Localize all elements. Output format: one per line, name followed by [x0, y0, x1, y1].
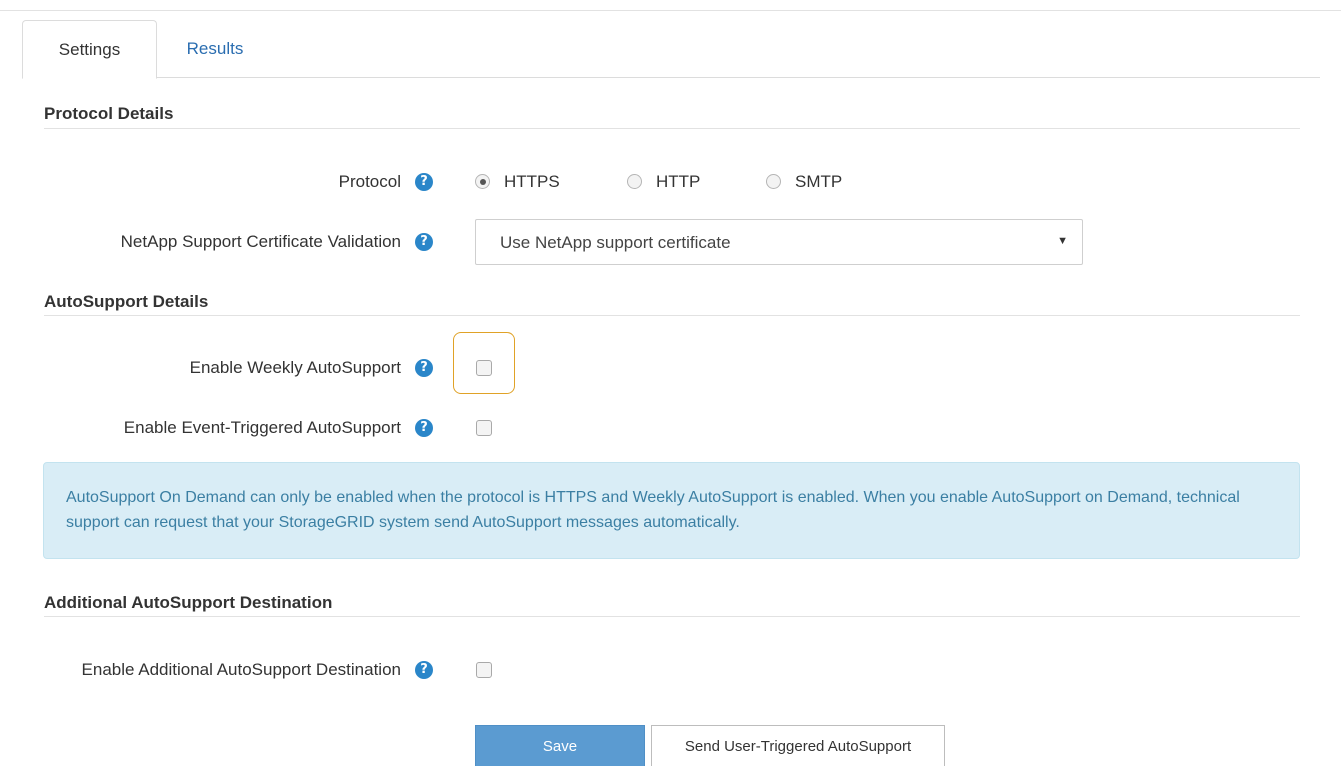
- radio-smtp-indicator[interactable]: [766, 174, 781, 189]
- info-alert: AutoSupport On Demand can only be enable…: [43, 462, 1300, 559]
- autosupport-page: Settings Results Protocol Details Protoc…: [0, 0, 1341, 766]
- help-icon[interactable]: ?: [415, 359, 433, 377]
- send-user-triggered-autosupport-button[interactable]: Send User-Triggered AutoSupport: [651, 725, 945, 766]
- event-triggered-autosupport-checkbox[interactable]: [476, 420, 492, 436]
- additional-destination-label: Enable Additional AutoSupport Destinatio…: [81, 660, 401, 679]
- weekly-autosupport-label: Enable Weekly AutoSupport: [189, 358, 401, 377]
- certificate-validation-label: NetApp Support Certificate Validation: [120, 232, 401, 251]
- caret-down-icon: ▼: [1057, 235, 1068, 247]
- help-icon[interactable]: ?: [415, 419, 433, 437]
- certificate-validation-value: Use NetApp support certificate: [500, 233, 731, 252]
- help-icon[interactable]: ?: [415, 173, 433, 191]
- help-icon[interactable]: ?: [415, 233, 433, 251]
- section-divider: [44, 128, 1300, 129]
- certificate-validation-select[interactable]: Use NetApp support certificate ▼: [475, 219, 1083, 265]
- section-divider: [44, 315, 1300, 316]
- tab-results[interactable]: Results: [160, 20, 270, 78]
- help-icon[interactable]: ?: [415, 661, 433, 679]
- info-alert-text: AutoSupport On Demand can only be enable…: [66, 489, 1240, 531]
- radio-smtp-label: SMTP: [795, 172, 843, 191]
- top-divider: [0, 10, 1341, 11]
- radio-http-indicator[interactable]: [627, 174, 642, 189]
- event-triggered-autosupport-label: Enable Event-Triggered AutoSupport: [123, 418, 401, 437]
- tab-bar: Settings Results: [22, 20, 1320, 79]
- tab-settings[interactable]: Settings: [22, 20, 157, 79]
- protocol-label: Protocol: [338, 172, 401, 191]
- section-divider: [44, 616, 1300, 617]
- radio-https-indicator[interactable]: [475, 174, 490, 189]
- weekly-autosupport-checkbox[interactable]: [476, 360, 492, 376]
- additional-destination-heading: Additional AutoSupport Destination: [44, 593, 333, 612]
- autosupport-details-heading: AutoSupport Details: [44, 292, 209, 311]
- radio-https-label: HTTPS: [504, 172, 560, 191]
- additional-destination-checkbox[interactable]: [476, 662, 492, 678]
- radio-http-label: HTTP: [656, 172, 701, 191]
- save-button[interactable]: Save: [475, 725, 645, 766]
- protocol-details-heading: Protocol Details: [44, 104, 174, 123]
